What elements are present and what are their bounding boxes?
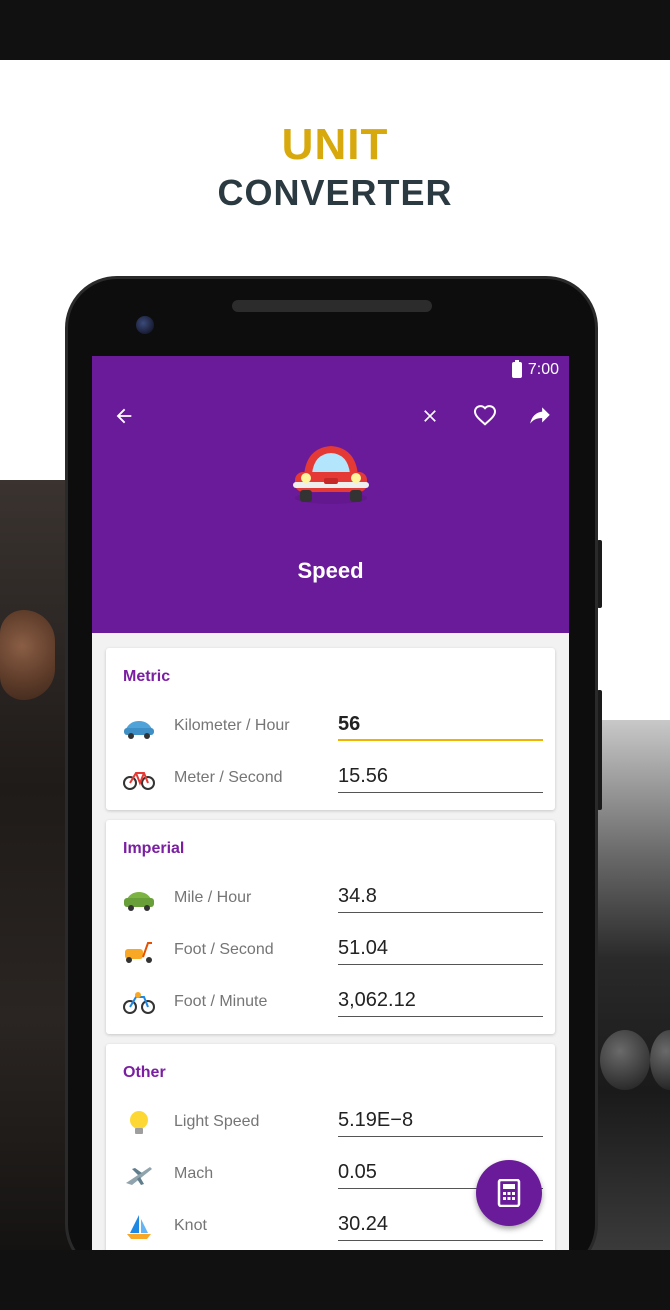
unit-value-input[interactable] xyxy=(338,983,543,1017)
unit-row: Kilometer / Hour xyxy=(106,703,555,755)
car-icon xyxy=(124,721,154,739)
status-time: 7:00 xyxy=(527,361,559,378)
back-arrow-icon[interactable] xyxy=(106,398,142,434)
phone-camera xyxy=(136,316,154,334)
headline-unit: UNIT xyxy=(281,120,389,169)
unit-value-input[interactable] xyxy=(338,931,543,965)
section-title: Other xyxy=(123,1064,166,1081)
unit-label: Light Speed xyxy=(174,1113,260,1130)
unit-label: Mach xyxy=(174,1165,214,1182)
calculator-icon xyxy=(497,1179,521,1207)
unit-row: Foot / Second xyxy=(106,927,555,979)
unit-row: Meter / Second xyxy=(106,755,555,807)
unit-label: Knot xyxy=(174,1217,207,1234)
phone-speaker xyxy=(232,300,432,312)
background-knob xyxy=(600,1030,650,1090)
lightbulb-icon xyxy=(130,1111,148,1134)
section-title: Imperial xyxy=(123,840,185,857)
background-hand xyxy=(0,610,55,700)
bottom-black-bar xyxy=(0,1250,670,1310)
unit-row: Foot / Minute xyxy=(106,979,555,1031)
app-screen: 7:00 Speed Metric Kilometer / Hour 56 Me… xyxy=(92,356,569,1250)
close-icon[interactable] xyxy=(412,398,448,434)
airplane-icon xyxy=(126,1167,152,1185)
share-icon[interactable] xyxy=(522,398,558,434)
app-bar: 7:00 Speed xyxy=(92,356,569,633)
battery-icon xyxy=(511,360,522,378)
unit-label: Foot / Minute xyxy=(174,993,268,1010)
headline-converter: CONVERTER xyxy=(217,172,453,213)
top-black-bar xyxy=(0,0,670,60)
unit-label: Kilometer / Hour xyxy=(174,717,290,734)
bicycle-icon xyxy=(123,992,155,1014)
page-title: Speed xyxy=(297,558,364,583)
unit-value-input[interactable] xyxy=(338,1103,543,1137)
unit-value-input[interactable] xyxy=(338,707,543,741)
heart-icon[interactable] xyxy=(467,398,503,434)
section-title: Metric xyxy=(123,668,171,685)
unit-label: Meter / Second xyxy=(174,769,283,786)
section-card-imperial: Imperial Mile / Hour Foot / Second xyxy=(106,820,555,1034)
sailboat-icon xyxy=(127,1215,151,1239)
unit-row: Light Speed xyxy=(106,1099,555,1151)
unit-row: Mile / Hour xyxy=(106,875,555,927)
car-icon xyxy=(124,892,154,911)
background-dashboard xyxy=(590,720,670,1250)
calculator-fab-button[interactable] xyxy=(476,1160,542,1226)
car-icon xyxy=(293,446,369,504)
unit-label: Foot / Second xyxy=(174,941,274,958)
bicycle-icon xyxy=(123,772,155,790)
status-bar: 7:00 xyxy=(511,360,559,379)
unit-value-input[interactable] xyxy=(338,759,543,793)
unit-label: Mile / Hour xyxy=(174,889,252,906)
unit-value-input[interactable] xyxy=(338,879,543,913)
section-card-other: Other Light Speed Mach Knot xyxy=(106,1044,555,1250)
scooter-icon xyxy=(125,942,152,963)
section-card-metric: Metric Kilometer / Hour Meter / Second xyxy=(106,648,555,810)
